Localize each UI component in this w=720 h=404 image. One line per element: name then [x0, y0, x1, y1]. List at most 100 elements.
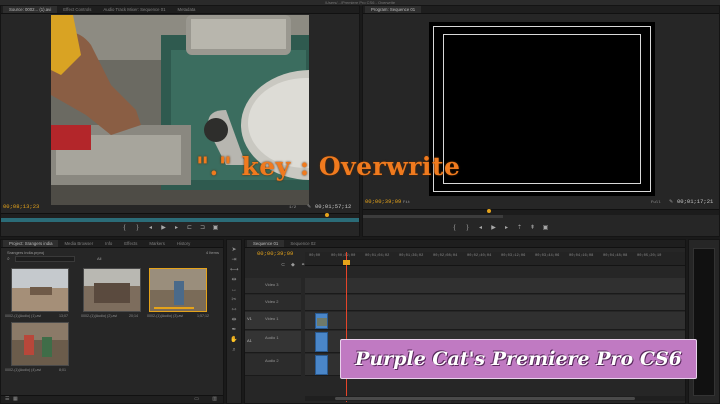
- audio-meter-panel: [688, 239, 720, 404]
- source-fit-select[interactable]: 1/2: [289, 205, 296, 211]
- track-header-video-1[interactable]: Video 1: [245, 312, 301, 330]
- tab-history[interactable]: History: [171, 240, 196, 247]
- new-bin-icon[interactable]: ▭: [194, 396, 199, 402]
- track-header-audio-1[interactable]: Audio 1: [245, 331, 301, 353]
- tab-program[interactable]: Program: Sequence 01: [365, 6, 422, 13]
- track-select-tool-icon[interactable]: ⇥: [230, 256, 238, 264]
- pen-tool-icon[interactable]: ✒: [230, 326, 238, 334]
- timeline-timecode[interactable]: 00;00;39;09: [257, 251, 293, 257]
- tab-sequence-01[interactable]: Sequence 01: [247, 240, 285, 247]
- ripple-edit-tool-icon[interactable]: ⟷: [230, 266, 239, 274]
- clip-thumbnail-4[interactable]: [11, 322, 69, 366]
- timeline-panel: Sequence 01 Sequence 02 00;00;39;09 ⊂ ◆ …: [244, 239, 686, 404]
- tab-media-browser[interactable]: Media Browser: [58, 240, 99, 247]
- zoom-tool-icon[interactable]: ⌕: [230, 346, 238, 354]
- play-icon[interactable]: ▶: [160, 225, 167, 232]
- tab-info[interactable]: Info: [99, 240, 118, 247]
- project-search-input[interactable]: [15, 256, 75, 262]
- program-transport: { } ◂ ▶ ▸ ⇡ ⇞ ▣: [451, 225, 549, 232]
- program-mark-in-icon[interactable]: {: [451, 225, 458, 232]
- tab-metadata[interactable]: Metadata: [172, 6, 202, 13]
- tab-markers[interactable]: Markers: [143, 240, 171, 247]
- track-name: Video 2: [265, 299, 279, 304]
- timeline-scrollbar[interactable]: [305, 396, 685, 401]
- tab-project[interactable]: Project: Srangers india: [3, 240, 59, 247]
- program-step-forward-icon[interactable]: ▸: [503, 225, 510, 232]
- tab-audio-mixer[interactable]: Audio Track Mixer: Sequence 01: [97, 6, 171, 13]
- program-zoom-select[interactable]: Full: [651, 200, 661, 206]
- track-header-video-3[interactable]: Video 3: [245, 278, 301, 294]
- program-wrench-icon[interactable]: ✎: [669, 199, 673, 205]
- clip-thumbnail-1[interactable]: [11, 268, 69, 312]
- slip-tool-icon[interactable]: ⇿: [230, 306, 238, 314]
- overwrite-icon[interactable]: ⊐: [199, 225, 206, 232]
- program-export-frame-icon[interactable]: ▣: [542, 225, 549, 232]
- playhead-line[interactable]: [346, 252, 347, 402]
- source-patch-a1[interactable]: A1: [247, 338, 252, 343]
- ruler-label: 00;04;48;08: [603, 254, 628, 258]
- program-play-icon[interactable]: ▶: [490, 225, 497, 232]
- step-back-icon[interactable]: ◂: [147, 225, 154, 232]
- tab-source[interactable]: Source: 0002... (1).avi: [3, 6, 58, 13]
- rolling-edit-tool-icon[interactable]: ⇹: [230, 276, 238, 284]
- extract-icon[interactable]: ⇞: [529, 225, 536, 232]
- clip-duration-4: 8;01: [59, 368, 66, 372]
- insert-icon[interactable]: ⊏: [186, 225, 193, 232]
- program-monitor: Program: Sequence 01 00;00;39;09 Fit Ful…: [362, 5, 720, 237]
- snap-icon[interactable]: ⊂: [281, 262, 285, 268]
- track-name: Audio 2: [265, 358, 279, 363]
- clip-thumbnail-2[interactable]: [83, 268, 141, 312]
- project-panel: Project: Srangers india Media Browser In…: [0, 239, 224, 404]
- selection-tool-icon[interactable]: ➤: [230, 246, 238, 254]
- project-tabbar: Project: Srangers india Media Browser In…: [1, 240, 223, 248]
- clip-duration-3: 1;57;12: [197, 314, 209, 318]
- track-header-audio-2[interactable]: Audio 2: [245, 354, 301, 376]
- ruler-label: 00;03;44;06: [535, 254, 560, 258]
- ruler-label: 00;00;32;00: [331, 254, 356, 258]
- track-lane-video-1[interactable]: [305, 312, 685, 330]
- clip-thumbnail-3[interactable]: [149, 268, 207, 312]
- program-timecode-out: 00;01;17;21: [677, 198, 714, 205]
- overlay-caption: "." key : Overwrite: [196, 152, 461, 181]
- wrench-icon[interactable]: ✎: [307, 204, 311, 210]
- mark-in-icon[interactable]: {: [121, 225, 128, 232]
- project-item-count: 4 Items: [205, 250, 219, 255]
- mark-out-icon[interactable]: }: [134, 225, 141, 232]
- tab-effects[interactable]: Effects: [118, 240, 143, 247]
- track-lane-video-3[interactable]: [305, 278, 685, 294]
- playhead-head[interactable]: [343, 260, 350, 265]
- export-frame-icon[interactable]: ▣: [212, 225, 219, 232]
- source-playhead-marker[interactable]: [325, 213, 329, 217]
- step-forward-icon[interactable]: ▸: [173, 225, 180, 232]
- icon-view-icon[interactable]: ▦: [13, 396, 18, 402]
- trash-icon[interactable]: ▥: [212, 396, 217, 402]
- program-mark-out-icon[interactable]: }: [464, 225, 471, 232]
- lift-icon[interactable]: ⇡: [516, 225, 523, 232]
- rate-stretch-tool-icon[interactable]: ↔: [230, 286, 238, 294]
- source-patch-v1[interactable]: V1: [247, 316, 252, 321]
- list-view-icon[interactable]: ☰: [5, 396, 9, 402]
- razor-tool-icon[interactable]: ✂: [230, 296, 238, 304]
- clip-name-1: 0002-(1)(Audio) (1).avi: [5, 314, 42, 318]
- tools-panel: ➤ ⇥ ⟷ ⇹ ↔ ✂ ⇿ ⇼ ✒ ✋ ⌕: [226, 239, 242, 404]
- audio-clip[interactable]: [315, 332, 328, 352]
- track-header-video-2[interactable]: Video 2: [245, 295, 301, 311]
- tab-effect-controls[interactable]: Effect Controls: [57, 6, 97, 13]
- source-timecode-in[interactable]: 00;08;13;23: [3, 204, 39, 210]
- search-icon[interactable]: ⌕: [7, 256, 10, 262]
- video-clip[interactable]: [315, 313, 328, 329]
- audio-clip[interactable]: [315, 355, 328, 375]
- hand-tool-icon[interactable]: ✋: [230, 336, 238, 344]
- program-timecode-in[interactable]: 00;00;39;09: [365, 199, 401, 205]
- program-fit-select[interactable]: Fit: [403, 200, 410, 206]
- add-marker-icon[interactable]: ◆: [291, 262, 295, 268]
- project-filter-select[interactable]: All: [97, 256, 101, 261]
- program-playhead-marker[interactable]: [487, 209, 491, 213]
- time-ruler[interactable]: 00;00 00;00;32;00 00;01;04;02 00;01;36;0…: [305, 252, 685, 266]
- program-step-back-icon[interactable]: ◂: [477, 225, 484, 232]
- track-lane-video-2[interactable]: [305, 295, 685, 311]
- slide-tool-icon[interactable]: ⇼: [230, 316, 238, 324]
- tab-sequence-02[interactable]: Sequence 02: [284, 240, 321, 247]
- program-tabbar: Program: Sequence 01: [363, 6, 719, 14]
- ruler-label: 00;02;08;04: [433, 254, 458, 258]
